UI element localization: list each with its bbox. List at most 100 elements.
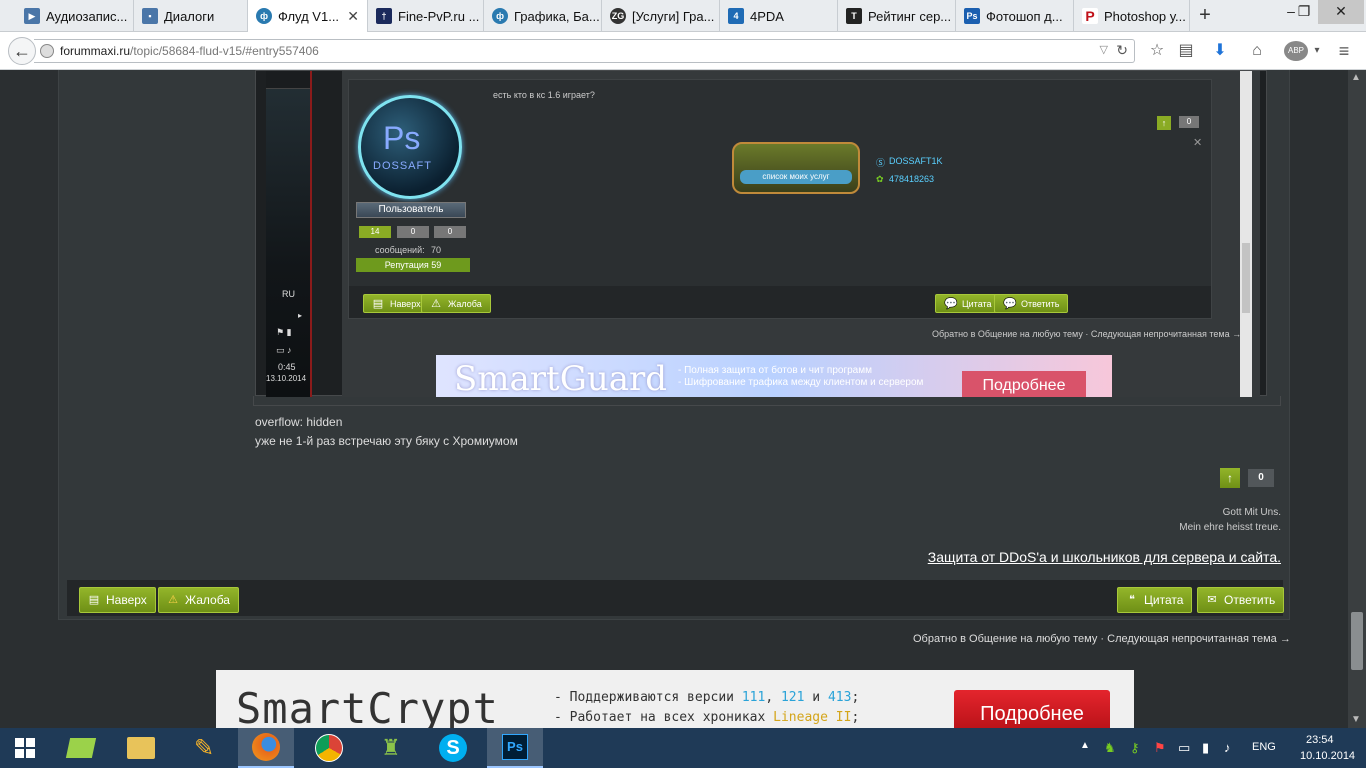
skype-icon: S [439,734,467,762]
reputation-badge: Репутация 59 [356,258,470,272]
skype-icon: Ⓢ [876,158,886,168]
tray-expand-icon[interactable]: ▲ [1080,740,1090,751]
ad-line-2: - Работает на всех хрониках Lineage II; [554,710,859,725]
tab-flood-active[interactable]: ф Флуд V1... ✕ [248,0,368,32]
stat-badge: 0 [434,226,466,238]
taskbar-explorer[interactable] [113,728,169,768]
taskbar-skype[interactable]: S [425,728,481,768]
tab-audio[interactable]: ▶ Аудиозапис... [16,0,134,32]
taskbar-chrome[interactable] [301,728,357,768]
flag-icon[interactable]: ⚑ [1154,740,1166,756]
ps-icon: Ps [964,8,980,24]
bookmark-star-icon[interactable]: ☆ [1147,41,1167,61]
start-button[interactable] [0,728,50,768]
close-icon[interactable]: ✕ [1193,136,1202,149]
screenshot-ad[interactable]: SmartGuard - Полная защита от ботов и чи… [436,355,1112,397]
tab-graphics[interactable]: ф Графика, Ба... [484,0,602,32]
tab-photoshop-ru[interactable]: Ps Фотошоп д... [956,0,1074,32]
taskbar-photoshop[interactable]: Ps [487,728,543,768]
top-button[interactable]: ▤ Наверх [79,587,156,613]
signature-link[interactable]: Защита от DDoS'а и школьников для сервер… [928,549,1281,565]
download-icon[interactable]: ⬇ [1210,41,1230,61]
network-icon[interactable]: ▭ [1178,740,1190,756]
clock-date[interactable]: 10.10.2014 [1300,750,1355,762]
clock-time[interactable]: 23:54 [1306,734,1334,746]
site-info-icon[interactable] [40,44,54,58]
restore-icon[interactable]: ❐ [1293,0,1315,24]
tray-app-icon[interactable]: ♞ [1104,740,1116,756]
ad-text: - Поддерживаются версии [554,690,742,705]
warning-icon: ⚠ [168,594,178,606]
folder-icon [127,737,155,759]
screenshot-reply-button[interactable]: 💬 Ответить [994,294,1069,313]
signature-line: Gott Mit Uns. [1222,507,1281,518]
scroll-thumb[interactable] [1351,612,1363,670]
menu-icon[interactable]: ≡ [1334,41,1354,61]
adblock-dropdown-icon[interactable]: ▾ [1307,41,1327,61]
back-button[interactable]: ← [8,37,36,65]
top-icon: T [846,8,862,24]
vote-up-icon[interactable]: ↑ [1157,116,1171,130]
home-icon[interactable]: ⌂ [1247,41,1267,61]
screenshot-app-tile [266,71,310,89]
taskbar-pencil[interactable]: ✎ [176,728,232,768]
scroll-down-icon[interactable]: ▼ [1351,714,1361,725]
services-label: список моих услуг [740,170,852,184]
post-line: overflow: hidden [255,415,343,429]
vote-up-icon[interactable]: ↑ [1220,468,1240,488]
key-icon[interactable]: ⚷ [1130,740,1140,756]
reload-icon[interactable]: ↻ [1116,42,1128,59]
reading-list-icon[interactable]: ▤ [1176,41,1196,61]
screenshot-forum: Ps DOSSAFT Пользователь 14 0 0 сообщений… [342,71,1260,397]
taskbar-firefox[interactable] [238,728,294,768]
topic-nav: Обратно в Общение на любую тему · Следую… [913,633,1291,645]
chrome-icon [315,734,343,762]
avatar-text-bottom: DOSSAFT [373,160,432,172]
tab-photoshop-lessons[interactable]: P Photoshop у... [1074,0,1190,32]
screenshot-ad-button[interactable]: Подробнее [962,371,1086,397]
scroll-up-icon[interactable]: ▲ [1351,72,1361,83]
new-tab-button[interactable]: + [1192,4,1218,28]
pencil-icon: ✎ [193,734,215,762]
tab-4pda[interactable]: 4 4PDA [720,0,838,32]
speaker-icon: ▭ ♪ [276,345,292,355]
close-window-icon[interactable]: ✕ [1318,0,1364,24]
taskbar-files[interactable] [53,728,109,768]
services-banner[interactable]: список моих услуг [732,142,860,194]
screenshot-top-button[interactable]: ▤ Наверх [363,294,430,313]
close-tab-icon[interactable]: ✕ [347,8,359,25]
chat-icon: ▪ [142,8,158,24]
ad-version: 413 [827,690,852,705]
screenshot-report-button[interactable]: ⚠ Жалоба [421,294,491,313]
messages-label: сообщений: [375,245,425,255]
back-to-forum-link[interactable]: Обратно в Общение на любую тему [913,633,1097,645]
language-indicator[interactable]: ENG [1252,741,1276,753]
dropdown-icon[interactable]: ▽ [1100,43,1108,56]
tab-rating[interactable]: T Рейтинг сер... [838,0,956,32]
ad-text: и [804,690,828,705]
smartcrypt-ad[interactable]: SmartCrypt - Поддерживаются версии 111, … [216,670,1134,728]
report-button[interactable]: ⚠ Жалоба [158,587,239,613]
url-bar[interactable]: forummaxi.ru/topic/58684-flud-v15/#entry… [34,39,1135,63]
signature-line: Mein ehre heisst treue. [1179,522,1281,533]
next-unread-link[interactable]: Следующая непрочитанная тема → [1107,633,1291,645]
reply-button[interactable]: ✉ Ответить [1197,587,1285,613]
ad-version: 111 [741,690,766,705]
forum-icon: ф [492,8,508,24]
url-text[interactable]: forummaxi.ru/topic/58684-flud-v15/#entry… [60,44,319,58]
ad-more-button[interactable]: Подробнее [954,690,1110,728]
tab-finepvp[interactable]: † Fine-PvP.ru ... [368,0,484,32]
tab-dialogs[interactable]: ▪ Диалоги [134,0,248,32]
screenshot-ad-title: SmartGuard [454,359,668,397]
quote-button[interactable]: ❝ Цитата [1117,587,1193,613]
screenshot-quote-button[interactable]: 💬 Цитата [935,294,1001,313]
speaker-icon[interactable]: ♪ [1224,740,1231,755]
screenshot-post: Ps DOSSAFT Пользователь 14 0 0 сообщений… [348,79,1212,319]
taskbar-game[interactable]: ♜ [363,728,419,768]
forum-icon: ф [256,8,272,24]
adblock-icon[interactable]: ABP [1284,41,1308,61]
battery-icon[interactable]: ▮ [1202,740,1209,756]
tab-services[interactable]: ZG [Услуги] Гра... [602,0,720,32]
tab-label: Аудиозапис... [46,8,128,24]
ad-title: SmartCrypt [236,684,499,728]
